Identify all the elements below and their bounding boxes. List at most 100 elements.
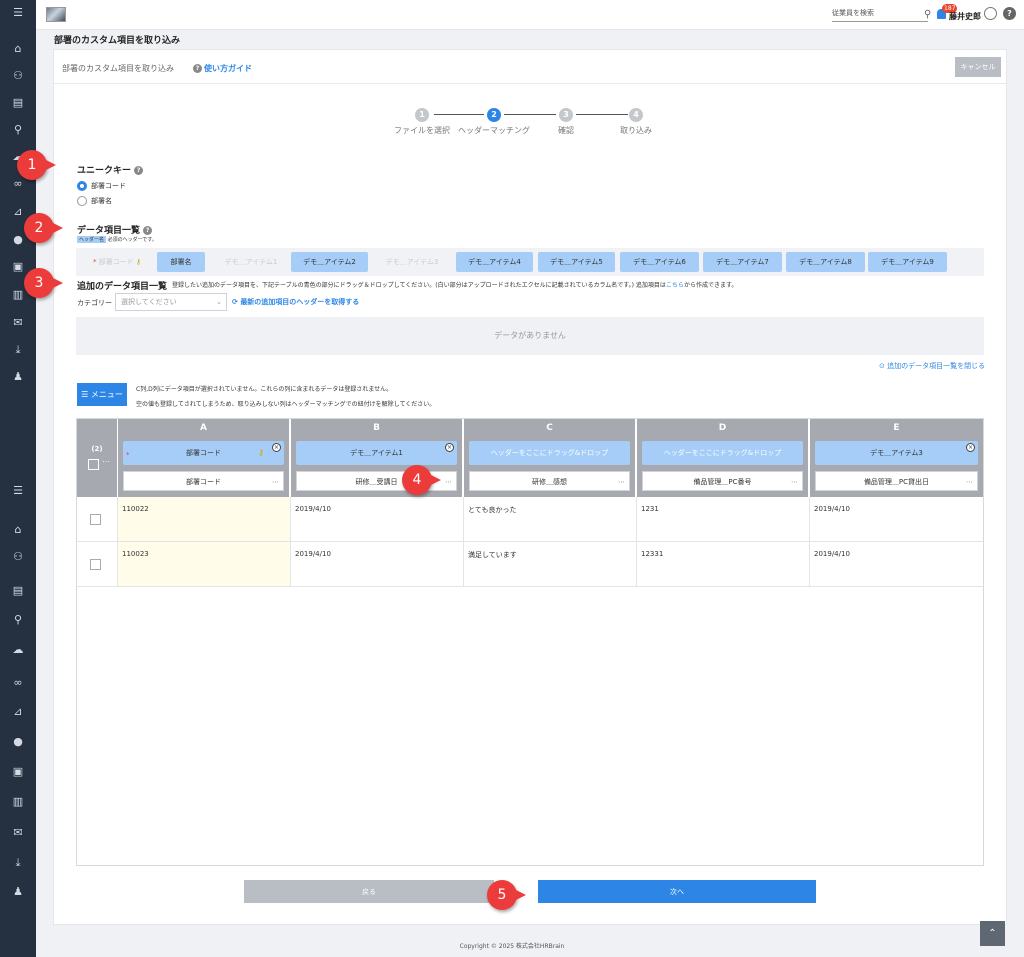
excel-label: 備品管理＿PC貸出日 bbox=[863, 478, 930, 486]
column-options-icon[interactable]: ⋯ bbox=[445, 472, 452, 492]
header-drop-zone-c[interactable]: ヘッダーをここにドラッグ&ドロップ bbox=[469, 441, 630, 465]
user-settings-icon-2[interactable]: ♟ bbox=[0, 885, 36, 899]
header-drop-zone-e[interactable]: デモ＿アイテム3 × bbox=[815, 441, 978, 465]
link-icon-2[interactable]: ∞ bbox=[0, 676, 36, 690]
book-icon-2[interactable]: ▥ bbox=[0, 795, 36, 809]
question-icon[interactable]: ? bbox=[143, 226, 153, 235]
excel-column-name-e: 備品管理＿PC貸出日 ⋯ bbox=[815, 471, 978, 491]
mail-icon-2[interactable]: ✉ bbox=[0, 826, 36, 840]
column-letter: B bbox=[373, 423, 380, 433]
chart-icon-2[interactable]: ⊿ bbox=[0, 705, 36, 719]
employee-search[interactable] bbox=[832, 8, 928, 22]
chip-demo-item-6[interactable]: デモ＿アイテム6 bbox=[620, 252, 699, 272]
radio-dept-code[interactable]: 部署コード bbox=[77, 181, 126, 191]
question-icon[interactable]: ? bbox=[134, 166, 144, 175]
header-drop-zone-a[interactable]: * 部署コード ⚷ × bbox=[123, 441, 284, 465]
step-import: 4 取り込み bbox=[596, 108, 676, 136]
home-icon[interactable]: ⌂ bbox=[0, 42, 36, 56]
org-chart-icon-2[interactable]: ⚇ bbox=[0, 550, 36, 564]
radio-unselected-icon[interactable] bbox=[77, 196, 87, 206]
column-options-icon[interactable]: ⋯ bbox=[791, 472, 798, 492]
user-settings-icon[interactable]: ♟ bbox=[0, 370, 36, 384]
download-icon[interactable]: ⤓ bbox=[0, 343, 36, 357]
column-options-icon[interactable]: ⋯ bbox=[618, 472, 625, 492]
search-icon-2[interactable]: ⚲ bbox=[0, 613, 36, 627]
annotation-marker: 4 bbox=[402, 465, 441, 495]
chip-label: 部署コード bbox=[98, 258, 134, 266]
chat-icon-2[interactable]: ☁ bbox=[0, 643, 36, 657]
hamburger-menu-icon[interactable]: ☰ bbox=[0, 6, 36, 20]
chip-demo-item-9[interactable]: デモ＿アイテム9 bbox=[868, 252, 947, 272]
header-label: デモ＿アイテム3 bbox=[870, 449, 923, 457]
hamburger-menu-icon-2[interactable]: ☰ bbox=[0, 484, 36, 498]
menu-label: メニュー bbox=[90, 390, 123, 399]
table-cell: とても良かった bbox=[464, 497, 637, 542]
org-chart-icon[interactable]: ⚇ bbox=[0, 69, 36, 83]
column-d: D ヘッダーをここにドラッグ&ドロップ 備品管理＿PC番号 ⋯ bbox=[637, 419, 809, 497]
row-checkbox[interactable] bbox=[90, 514, 101, 525]
refresh-headers-link[interactable]: ⟳ 最新の追加項目のヘッダーを取得する bbox=[232, 297, 359, 307]
info-icon-2[interactable]: ● bbox=[0, 735, 36, 749]
radio-selected-icon[interactable] bbox=[77, 181, 87, 191]
chip-demo-item-7[interactable]: デモ＿アイテム7 bbox=[703, 252, 782, 272]
column-options-icon[interactable]: ⋯ bbox=[966, 472, 973, 492]
radio-dept-name[interactable]: 部署名 bbox=[77, 196, 112, 206]
remove-header-icon[interactable]: × bbox=[445, 443, 454, 452]
help-icon[interactable]: ? bbox=[1003, 7, 1016, 20]
remove-header-icon[interactable]: × bbox=[966, 443, 975, 452]
header-drop-zone-b[interactable]: デモ＿アイテム1 × bbox=[296, 441, 457, 465]
employee-search-input[interactable] bbox=[832, 9, 918, 17]
close-additional-items-link[interactable]: ⊙ 追加のデータ項目一覧を閉じる bbox=[879, 361, 985, 371]
mail-icon[interactable]: ✉ bbox=[0, 316, 36, 330]
create-items-link[interactable]: こちら bbox=[666, 282, 684, 289]
annotation-marker: 5 bbox=[487, 880, 526, 910]
chip-demo-item-2[interactable]: デモ＿アイテム2 bbox=[291, 252, 368, 272]
step-confirm: 3 確認 bbox=[526, 108, 606, 136]
next-button[interactable]: 次へ bbox=[538, 880, 816, 903]
chip-demo-item-1[interactable]: デモ＿アイテム1 bbox=[211, 252, 291, 272]
chip-demo-item-3[interactable]: デモ＿アイテム3 bbox=[372, 252, 452, 272]
column-options-icon[interactable]: ⋯ bbox=[272, 472, 279, 492]
home-icon-2[interactable]: ⌂ bbox=[0, 523, 36, 537]
chip-dept-code[interactable]: * 部署コード ⚷ bbox=[80, 252, 154, 272]
header-drop-zone-d[interactable]: ヘッダーをここにドラッグ&ドロップ bbox=[642, 441, 803, 465]
document-icon[interactable]: ▤ bbox=[0, 96, 36, 110]
excel-label: 研修＿感想 bbox=[532, 478, 567, 486]
chip-demo-item-5[interactable]: デモ＿アイテム5 bbox=[538, 252, 615, 272]
row-checkbox[interactable] bbox=[90, 559, 101, 570]
usage-guide-link[interactable]: ? 使い方ガイド bbox=[193, 63, 252, 74]
refresh-label: 最新の追加項目のヘッダーを取得する bbox=[240, 298, 360, 306]
table-cell: 110023 bbox=[118, 542, 291, 587]
select-all-checkbox[interactable] bbox=[88, 459, 99, 470]
search-icon[interactable]: ⚲ bbox=[0, 123, 36, 137]
table-row-select bbox=[77, 542, 118, 587]
id-card-icon-2[interactable]: ▣ bbox=[0, 765, 36, 779]
user-name[interactable]: 藤井史郎 bbox=[949, 11, 981, 22]
download-icon-2[interactable]: ⤓ bbox=[0, 856, 36, 870]
excel-label: 研修＿受講日 bbox=[355, 478, 398, 486]
avatar[interactable] bbox=[984, 7, 997, 20]
column-letter: D bbox=[718, 423, 727, 433]
chip-dept-name[interactable]: 部署名 bbox=[157, 252, 205, 272]
column-a: A * 部署コード ⚷ × 部署コード ⋯ bbox=[118, 419, 290, 497]
document-icon-2[interactable]: ▤ bbox=[0, 584, 36, 598]
table-row-select bbox=[77, 497, 118, 542]
excel-label: 備品管理＿PC番号 bbox=[693, 478, 752, 486]
more-options-icon[interactable]: ⋯ bbox=[102, 457, 110, 466]
step-number: 1 bbox=[415, 108, 429, 122]
table-cell: 2019/4/10 bbox=[291, 497, 464, 542]
step-label: ファイルを選択 bbox=[394, 126, 450, 135]
menu-lines-icon: ☰ bbox=[81, 390, 91, 399]
table-cell: 2019/4/10 bbox=[810, 497, 983, 542]
annotation-marker: 1 bbox=[17, 150, 56, 180]
remove-header-icon[interactable]: × bbox=[272, 443, 281, 452]
search-icon[interactable]: ⚲ bbox=[924, 9, 931, 20]
menu-button[interactable]: ☰ メニュー bbox=[77, 383, 127, 406]
back-button[interactable]: 戻る bbox=[244, 880, 494, 903]
chip-demo-item-4[interactable]: デモ＿アイテム4 bbox=[456, 252, 533, 272]
scroll-to-top-button[interactable]: ⌃ bbox=[980, 921, 1005, 946]
company-logo[interactable] bbox=[46, 7, 66, 22]
category-select[interactable]: 選択してください ⌄ bbox=[115, 293, 227, 311]
chip-demo-item-8[interactable]: デモ＿アイテム8 bbox=[786, 252, 865, 272]
cancel-button[interactable]: キャンセル bbox=[955, 57, 1001, 77]
